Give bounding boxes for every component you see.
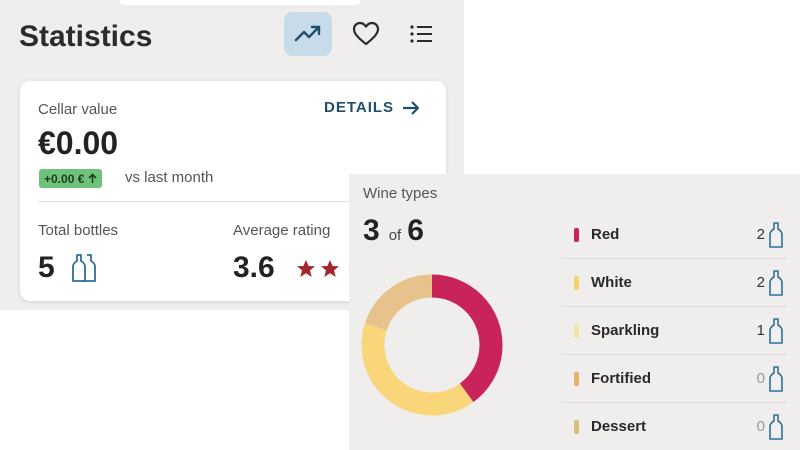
legend-swatch	[574, 419, 579, 434]
change-note: vs last month	[125, 169, 214, 186]
legend-item-sparkling[interactable]: Sparkling 1	[562, 307, 787, 355]
wine-types-label: Wine types	[363, 185, 438, 202]
bottle-icon	[769, 365, 783, 392]
bottle-icon	[769, 413, 783, 440]
top-strip	[120, 0, 360, 5]
legend-item-white[interactable]: White 2	[562, 259, 787, 307]
bottles-icon	[72, 254, 96, 282]
wine-types-count: 3 of 6	[363, 214, 424, 248]
bottle-icon	[769, 221, 783, 248]
legend-label: White	[591, 274, 632, 291]
star-icon	[321, 260, 339, 277]
favorites-button[interactable]	[342, 12, 390, 56]
legend-count: 1	[756, 322, 765, 339]
bottle-icon	[769, 269, 783, 296]
list-button[interactable]	[398, 12, 446, 56]
wine-types-donut-chart	[361, 274, 503, 416]
legend-label: Fortified	[591, 370, 651, 387]
details-link[interactable]: DETAILS	[324, 99, 420, 116]
rating-stars	[296, 259, 340, 278]
arrow-up-icon	[88, 173, 97, 183]
wine-types-of-label: of	[388, 227, 402, 244]
star-icon	[297, 260, 315, 277]
legend-count: 0	[756, 370, 765, 387]
legend-count: 0	[756, 418, 765, 435]
average-rating-label: Average rating	[233, 222, 331, 239]
wine-types-total: 6	[407, 214, 424, 247]
legend-count: 2	[756, 274, 765, 291]
legend-count: 2	[756, 226, 765, 243]
legend-item-fortified[interactable]: Fortified 0	[562, 355, 787, 403]
page-title: Statistics	[19, 20, 153, 53]
trend-up-icon	[294, 25, 321, 42]
total-bottles-label: Total bottles	[38, 222, 119, 239]
bottle-icon	[769, 317, 783, 344]
legend-swatch	[574, 371, 579, 386]
legend-swatch	[574, 227, 579, 242]
change-badge: +0.00 €	[39, 169, 103, 188]
change-value: +0.00 €	[44, 171, 85, 186]
wine-types-panel: Wine types 3 of 6 Red 2 White 2 Sparkling 1 Fo…	[349, 174, 800, 450]
total-bottles-value: 5	[38, 251, 55, 284]
legend-label: Red	[591, 226, 620, 243]
list-icon	[410, 25, 432, 43]
cellar-value-label: Cellar value	[38, 101, 118, 118]
heart-icon	[352, 21, 380, 46]
cellar-value: €0.00	[38, 125, 119, 161]
wine-types-count-value: 3	[363, 214, 380, 247]
details-label: DETAILS	[324, 99, 395, 116]
trend-button[interactable]	[284, 12, 332, 56]
legend-swatch	[574, 323, 579, 338]
legend-item-red[interactable]: Red 2	[562, 211, 787, 259]
legend-swatch	[574, 275, 579, 290]
average-rating-value: 3.6	[233, 251, 275, 284]
legend-label: Sparkling	[591, 322, 660, 339]
legend-label: Dessert	[591, 418, 647, 435]
legend-item-dessert[interactable]: Dessert 0	[562, 403, 787, 450]
wine-types-legend: Red 2 White 2 Sparkling 1 Fortified 0 Dessert 0	[562, 211, 787, 450]
arrow-right-icon	[403, 100, 420, 115]
